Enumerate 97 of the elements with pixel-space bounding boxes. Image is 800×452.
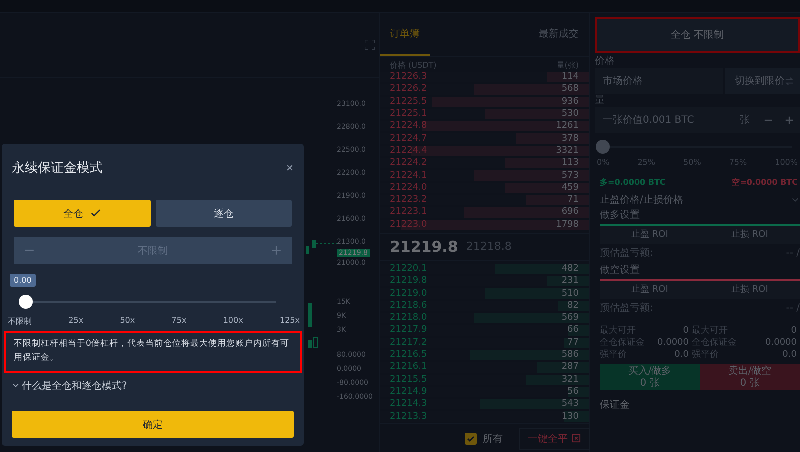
ask-quantity: 1798	[556, 220, 579, 230]
bid-price: 21218.6	[390, 300, 428, 311]
help-link[interactable]: 什么是全仓和逐仓模式?	[22, 379, 128, 393]
stat-value: 0.0	[674, 349, 689, 361]
ask-price: 21224.0	[390, 182, 428, 193]
section-title: 做多设置	[600, 209, 641, 222]
buy-button[interactable]: 买入/做多 0 张	[600, 364, 700, 390]
ask-price: 21223.2	[390, 195, 428, 206]
ask-quantity: 936	[562, 96, 579, 107]
bid-price: 21215.5	[390, 374, 428, 385]
bid-price: 21214.9	[390, 386, 428, 397]
ask-quantity: 3321	[556, 146, 579, 156]
bid-quantity: 569	[562, 313, 579, 324]
ask-price: 21226.3	[390, 72, 428, 82]
ask-quantity: 573	[562, 170, 579, 181]
mode-button[interactable]: 全仓	[14, 200, 150, 227]
stat-value: 0.0000	[764, 337, 797, 349]
confirm-button[interactable]: 确定	[12, 411, 294, 438]
roi-field[interactable]: 止盈 ROI	[600, 281, 700, 299]
estimate-value: -- /	[786, 247, 800, 261]
bid-quantity: 321	[562, 374, 579, 385]
bid-quantity: 130	[562, 412, 579, 422]
tick-label: 75x	[172, 316, 187, 327]
bid-price: 21216.1	[390, 362, 428, 372]
tick-label: 不限制	[8, 316, 32, 327]
estimate-value: -- /	[786, 302, 800, 316]
bid-quantity: 510	[562, 288, 579, 299]
switch-button[interactable]: 切换到限价	[725, 68, 800, 94]
price-field[interactable]: 市场价格	[595, 68, 723, 94]
value-bubble: 0.00	[10, 274, 36, 287]
checkbox-label: 所有	[483, 432, 503, 446]
tick-label: 125x	[280, 316, 300, 327]
info-note: 不限制杠杆相当于0倍杠杆，代表当前仓位将最大使用您账户内所有可用保证金。	[4, 331, 302, 373]
field-label: 量	[595, 94, 606, 107]
ask-price: 21223.1	[390, 207, 428, 218]
tick-label: 25x	[68, 316, 84, 327]
ask-quantity: 696	[562, 207, 579, 218]
mode-button[interactable]: 逐仓	[156, 200, 292, 227]
sell-button[interactable]: 卖出/做空 0 张	[700, 364, 800, 390]
stat-value: 0	[790, 325, 797, 337]
ask-quantity: 1261	[556, 121, 579, 132]
quantity-field[interactable]: 一张价值0.001 BTC	[595, 107, 732, 133]
ask-quantity: 113	[562, 158, 579, 168]
long-amount: 多=0.0000 BTC	[600, 177, 666, 188]
bid-quantity: 543	[562, 399, 579, 410]
last-price: 21219.8	[390, 238, 458, 256]
roi-field[interactable]: 止损 ROI	[700, 226, 800, 244]
ask-price: 21224.4	[390, 146, 428, 156]
close-all-button[interactable]: 一键全平	[519, 428, 590, 450]
bid-quantity: 231	[562, 276, 579, 286]
bid-quantity: 82	[568, 300, 579, 311]
dialog-title: 永续保证金模式	[12, 160, 103, 177]
field-label: 价格	[595, 55, 616, 68]
ask-price: 21225.1	[390, 109, 428, 120]
ask-quantity: 459	[562, 182, 579, 193]
ask-quantity: 114	[562, 72, 579, 82]
ask-quantity: 71	[568, 195, 579, 206]
short-amount: 空=0.0000 BTC	[732, 177, 798, 188]
tp-sl-toggle[interactable]: 止盈价格/止损价格	[600, 193, 684, 207]
ask-price: 21224.8	[390, 121, 428, 132]
bid-price: 21218.0	[390, 313, 428, 324]
ask-quantity: 530	[562, 109, 579, 120]
tab[interactable]: 最新成交	[529, 13, 589, 56]
stat-value: 0	[682, 325, 689, 337]
bid-price: 21217.9	[390, 325, 428, 336]
bid-quantity: 287	[562, 362, 579, 372]
bid-price: 21219.8	[390, 276, 428, 286]
section-title: 保证金	[599, 399, 631, 412]
section-title: 做空设置	[600, 264, 641, 277]
stat-value: 0.0000	[656, 337, 689, 349]
ask-price: 21223.0	[390, 220, 428, 230]
bid-price: 21213.3	[390, 412, 428, 422]
ask-price: 21226.2	[390, 84, 428, 94]
ask-price: 21224.1	[390, 170, 428, 181]
ask-price: 21224.2	[390, 158, 428, 168]
bid-quantity: 482	[562, 264, 579, 274]
roi-field[interactable]: 止盈 ROI	[600, 226, 700, 244]
tab[interactable]: 订单簿	[380, 13, 430, 56]
bid-quantity: 586	[562, 350, 579, 360]
ask-price: 21224.7	[390, 134, 428, 144]
bid-price: 21220.1	[390, 264, 428, 274]
roi-field[interactable]: 止损 ROI	[700, 281, 800, 299]
bid-price: 21216.5	[390, 350, 428, 360]
bid-price: 21217.2	[390, 338, 428, 348]
bid-price: 21219.0	[390, 288, 428, 299]
unit-label: 张	[732, 107, 758, 133]
bid-quantity: 66	[568, 325, 579, 336]
tick-label: 50x	[120, 316, 136, 327]
ask-quantity: 568	[562, 84, 579, 94]
bid-price: 21214.3	[390, 399, 428, 410]
margin-mode-button[interactable]: 全仓 不限制	[595, 17, 800, 53]
ask-quantity: 378	[562, 134, 579, 144]
ask-price: 21225.5	[390, 96, 428, 107]
stat-value: 0.0	[782, 349, 797, 361]
bid-quantity: 77	[568, 338, 579, 348]
bid-quantity: 56	[568, 386, 579, 397]
tick-label: 100x	[223, 316, 244, 327]
